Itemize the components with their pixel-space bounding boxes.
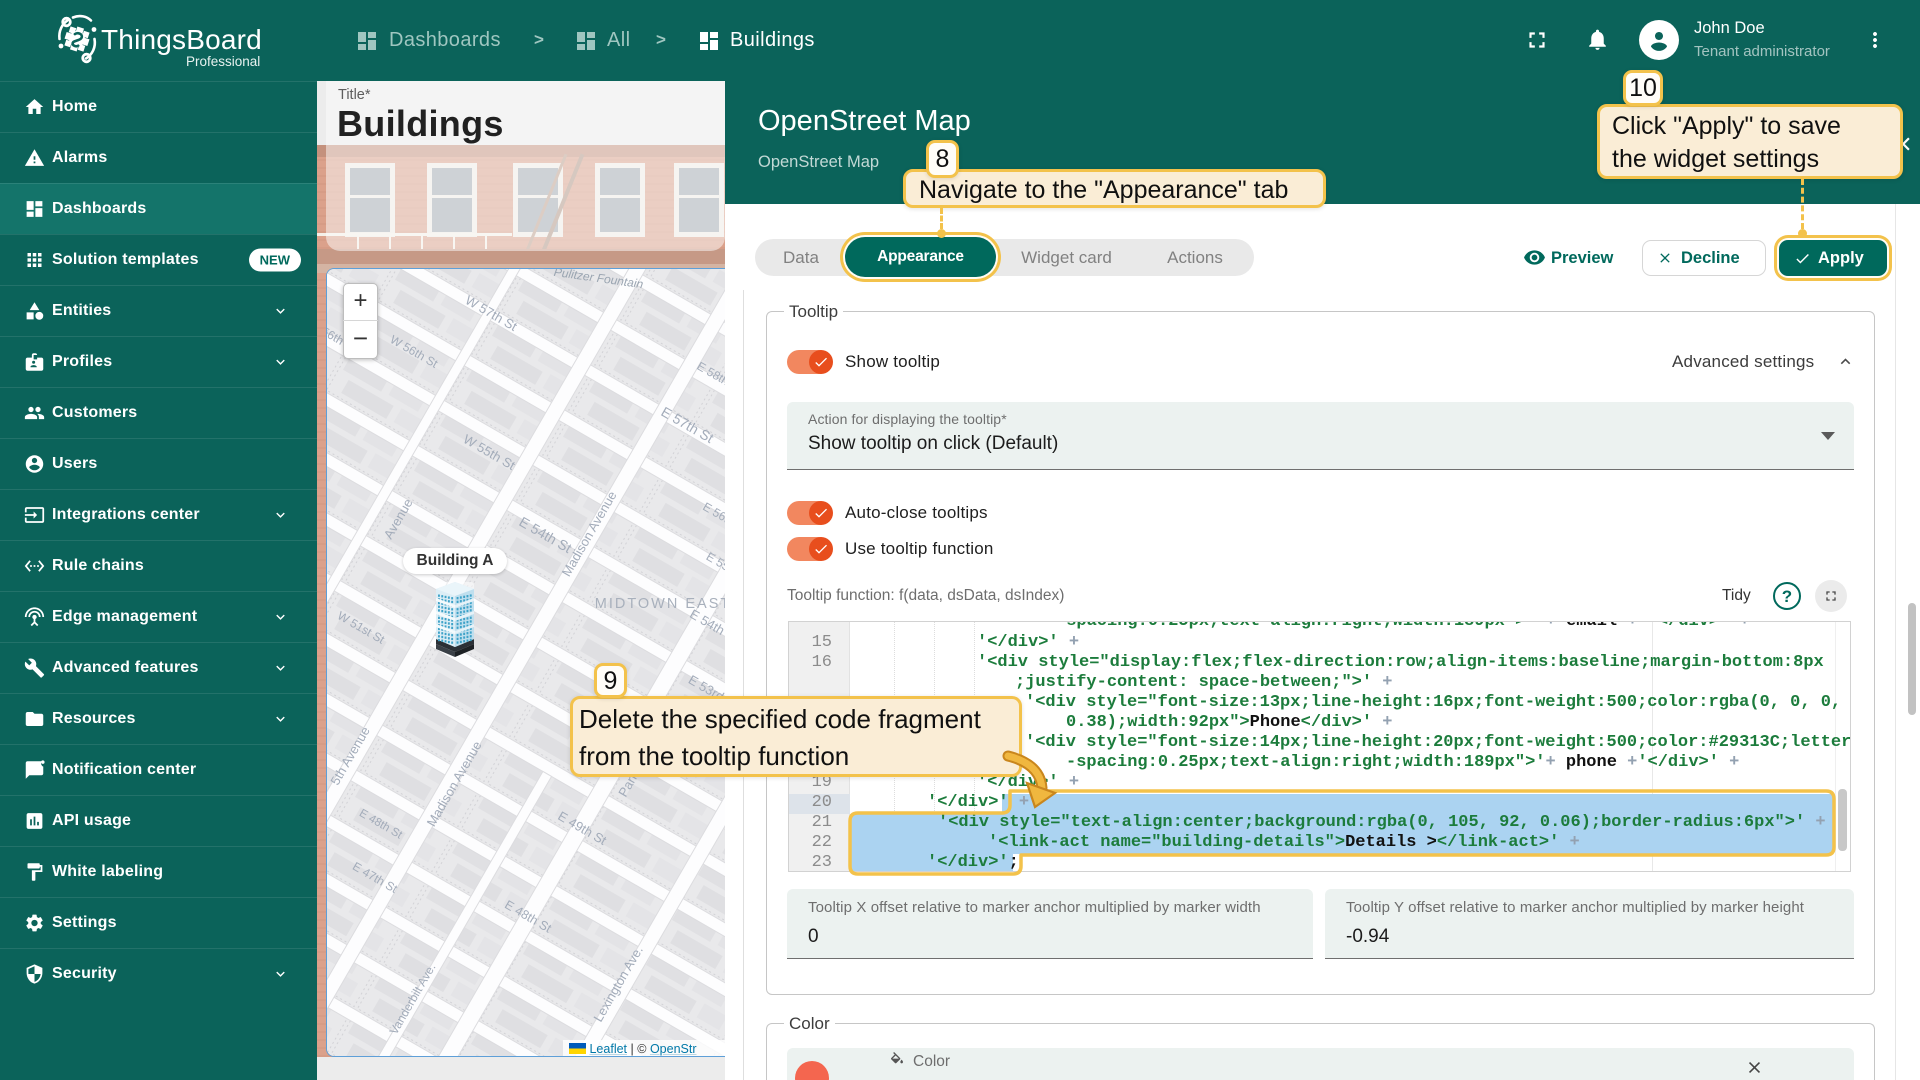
svg-text:MIDTOWN EAST: MIDTOWN EAST <box>595 596 725 612</box>
